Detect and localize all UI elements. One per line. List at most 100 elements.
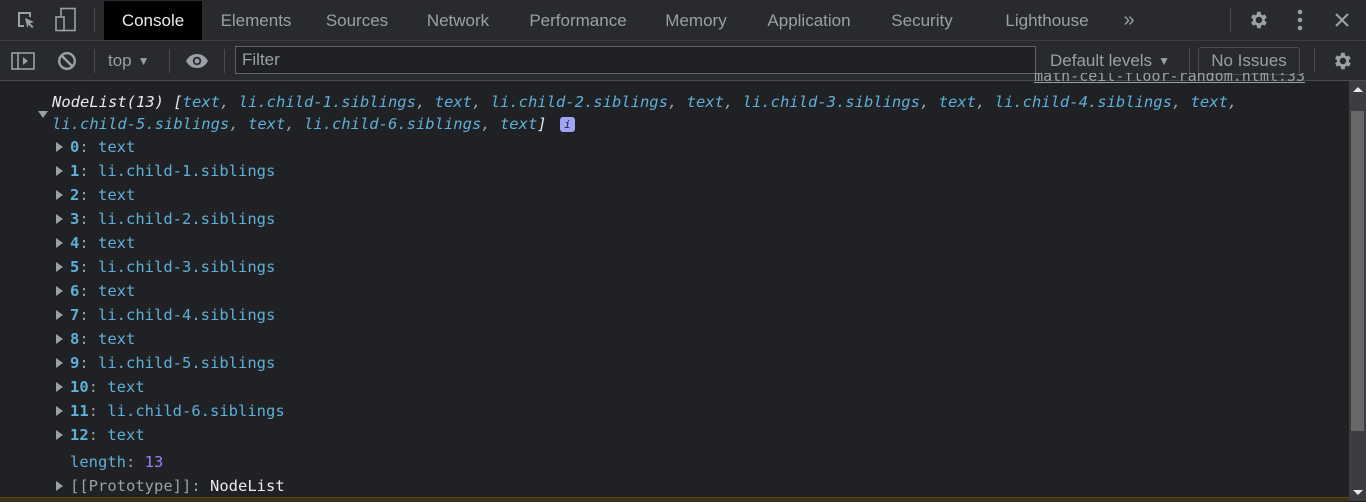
settings-button[interactable]	[1244, 0, 1272, 40]
property-value: li.child-6.siblings	[107, 402, 285, 420]
context-selector[interactable]: top ▼	[108, 41, 150, 80]
expand-arrow-icon[interactable]	[56, 382, 63, 392]
show-sidebar-button[interactable]	[10, 41, 36, 80]
property-value: NodeList	[210, 477, 285, 495]
property-value: text	[98, 186, 136, 204]
device-toolbar-icon	[55, 7, 76, 32]
property-value: text	[107, 426, 145, 444]
property-row[interactable]: 1: li.child-1.siblings	[56, 159, 275, 183]
property-row[interactable]: 5: li.child-3.siblings	[56, 255, 275, 279]
nodelist-summary[interactable]: NodeList(13) [text, li.child-1.siblings,…	[52, 91, 1322, 135]
tab-performance[interactable]: Performance	[514, 1, 642, 40]
tab-network[interactable]: Network	[410, 1, 506, 40]
more-vertical-icon	[1297, 9, 1303, 31]
issues-button[interactable]: No Issues	[1198, 47, 1300, 75]
live-expression-button[interactable]	[183, 41, 211, 80]
divider	[94, 49, 95, 73]
summary-items: text, li.child-1.siblings, text, li.chil…	[52, 93, 1238, 133]
summary-item: text	[247, 115, 286, 133]
property-row[interactable]: 6: text	[56, 279, 135, 303]
expand-arrow-icon[interactable]	[56, 481, 63, 491]
expand-arrow-icon[interactable]	[56, 310, 63, 320]
expand-arrow-icon[interactable]	[56, 166, 63, 176]
summary-item: text	[434, 93, 472, 111]
summary-item: text	[182, 93, 220, 111]
scroll-thumb[interactable]	[1351, 111, 1364, 431]
property-row[interactable]: 7: li.child-4.siblings	[56, 303, 275, 327]
tab-sources[interactable]: Sources	[312, 1, 402, 40]
expand-arrow-icon[interactable]	[56, 406, 63, 416]
block-icon	[57, 51, 77, 70]
property-value: li.child-3.siblings	[98, 258, 276, 276]
summary-item: li.child-1.siblings	[238, 93, 416, 111]
more-options-button[interactable]	[1288, 0, 1312, 40]
device-toolbar-button[interactable]	[52, 0, 80, 40]
property-value: li.child-2.siblings	[98, 210, 276, 228]
expand-arrow-icon[interactable]	[56, 238, 63, 248]
tab-lighthouse[interactable]: Lighthouse	[992, 1, 1102, 40]
chevron-down-icon: ▼	[1158, 53, 1170, 68]
inspect-element-button[interactable]	[12, 0, 40, 40]
tab-security[interactable]: Security	[876, 1, 968, 40]
property-key: 6	[70, 282, 80, 300]
property-key: 2	[70, 186, 80, 204]
prototype-property[interactable]: [[Prototype]]: NodeList	[56, 474, 285, 498]
summary-item: text	[1190, 93, 1228, 111]
expand-arrow-icon[interactable]	[56, 286, 63, 296]
eye-icon	[186, 53, 208, 68]
expand-arrow-icon[interactable]	[56, 142, 63, 152]
property-row[interactable]: 8: text	[56, 327, 135, 351]
expand-arrow-icon[interactable]	[56, 430, 63, 440]
summary-item: li.child-4.siblings	[994, 93, 1172, 111]
tab-elements[interactable]: Elements	[206, 1, 306, 40]
expand-arrow-icon[interactable]	[56, 214, 63, 224]
expand-arrow-icon[interactable]	[56, 358, 63, 368]
property-row[interactable]: 12: text	[56, 423, 145, 447]
property-key: [[Prototype]]	[70, 477, 192, 495]
summary-prefix: NodeList(13) [	[52, 93, 183, 111]
property-value: text	[98, 138, 136, 156]
tab-console[interactable]: Console	[104, 1, 202, 40]
source-link[interactable]: math-ceil-floor-random.html:33	[1034, 73, 1305, 87]
property-value: text	[98, 234, 136, 252]
summary-item: text	[499, 115, 538, 133]
property-value: li.child-1.siblings	[98, 162, 276, 180]
property-row[interactable]: 10: text	[56, 375, 145, 399]
property-row[interactable]: 9: li.child-5.siblings	[56, 351, 275, 375]
scroll-down-arrow-icon[interactable]	[1353, 490, 1363, 495]
expand-arrow-icon[interactable]	[56, 190, 63, 200]
filter-input[interactable]	[236, 47, 1035, 73]
close-devtools-button[interactable]	[1330, 0, 1354, 40]
expand-arrow-icon[interactable]	[56, 262, 63, 272]
more-tabs-button[interactable]: »	[1116, 1, 1142, 40]
property-value: li.child-5.siblings	[98, 354, 276, 372]
log-levels-label: Default levels	[1050, 50, 1153, 70]
filter-field[interactable]	[235, 46, 1036, 74]
divider	[1189, 49, 1190, 73]
tab-application[interactable]: Application	[750, 1, 868, 40]
scrollbar[interactable]	[1349, 81, 1366, 501]
tab-memory[interactable]: Memory	[650, 1, 742, 40]
summary-item: li.child-6.siblings	[303, 115, 482, 133]
property-key: 11	[70, 402, 89, 420]
scroll-up-arrow-icon[interactable]	[1353, 87, 1363, 92]
length-property: length: 13	[70, 453, 164, 471]
console-settings-button[interactable]	[1328, 41, 1356, 80]
divider	[169, 49, 170, 73]
property-key: 12	[70, 426, 89, 444]
property-value: text	[107, 378, 145, 396]
property-row[interactable]: 11: li.child-6.siblings	[56, 399, 285, 423]
property-row[interactable]: 2: text	[56, 183, 135, 207]
property-row[interactable]: 3: li.child-2.siblings	[56, 207, 275, 231]
property-row[interactable]: 4: text	[56, 231, 135, 255]
sidebar-toggle-icon	[11, 51, 35, 70]
info-icon[interactable]: i	[559, 117, 575, 132]
clear-console-button[interactable]	[54, 41, 80, 80]
summary-item: li.child-5.siblings	[52, 115, 230, 133]
property-row[interactable]: 0: text	[56, 135, 135, 159]
property-value: 13	[144, 453, 164, 471]
collapse-arrow-icon[interactable]	[38, 111, 48, 118]
property-key: 5	[70, 258, 80, 276]
summary-item: text	[686, 93, 724, 111]
expand-arrow-icon[interactable]	[56, 334, 63, 344]
